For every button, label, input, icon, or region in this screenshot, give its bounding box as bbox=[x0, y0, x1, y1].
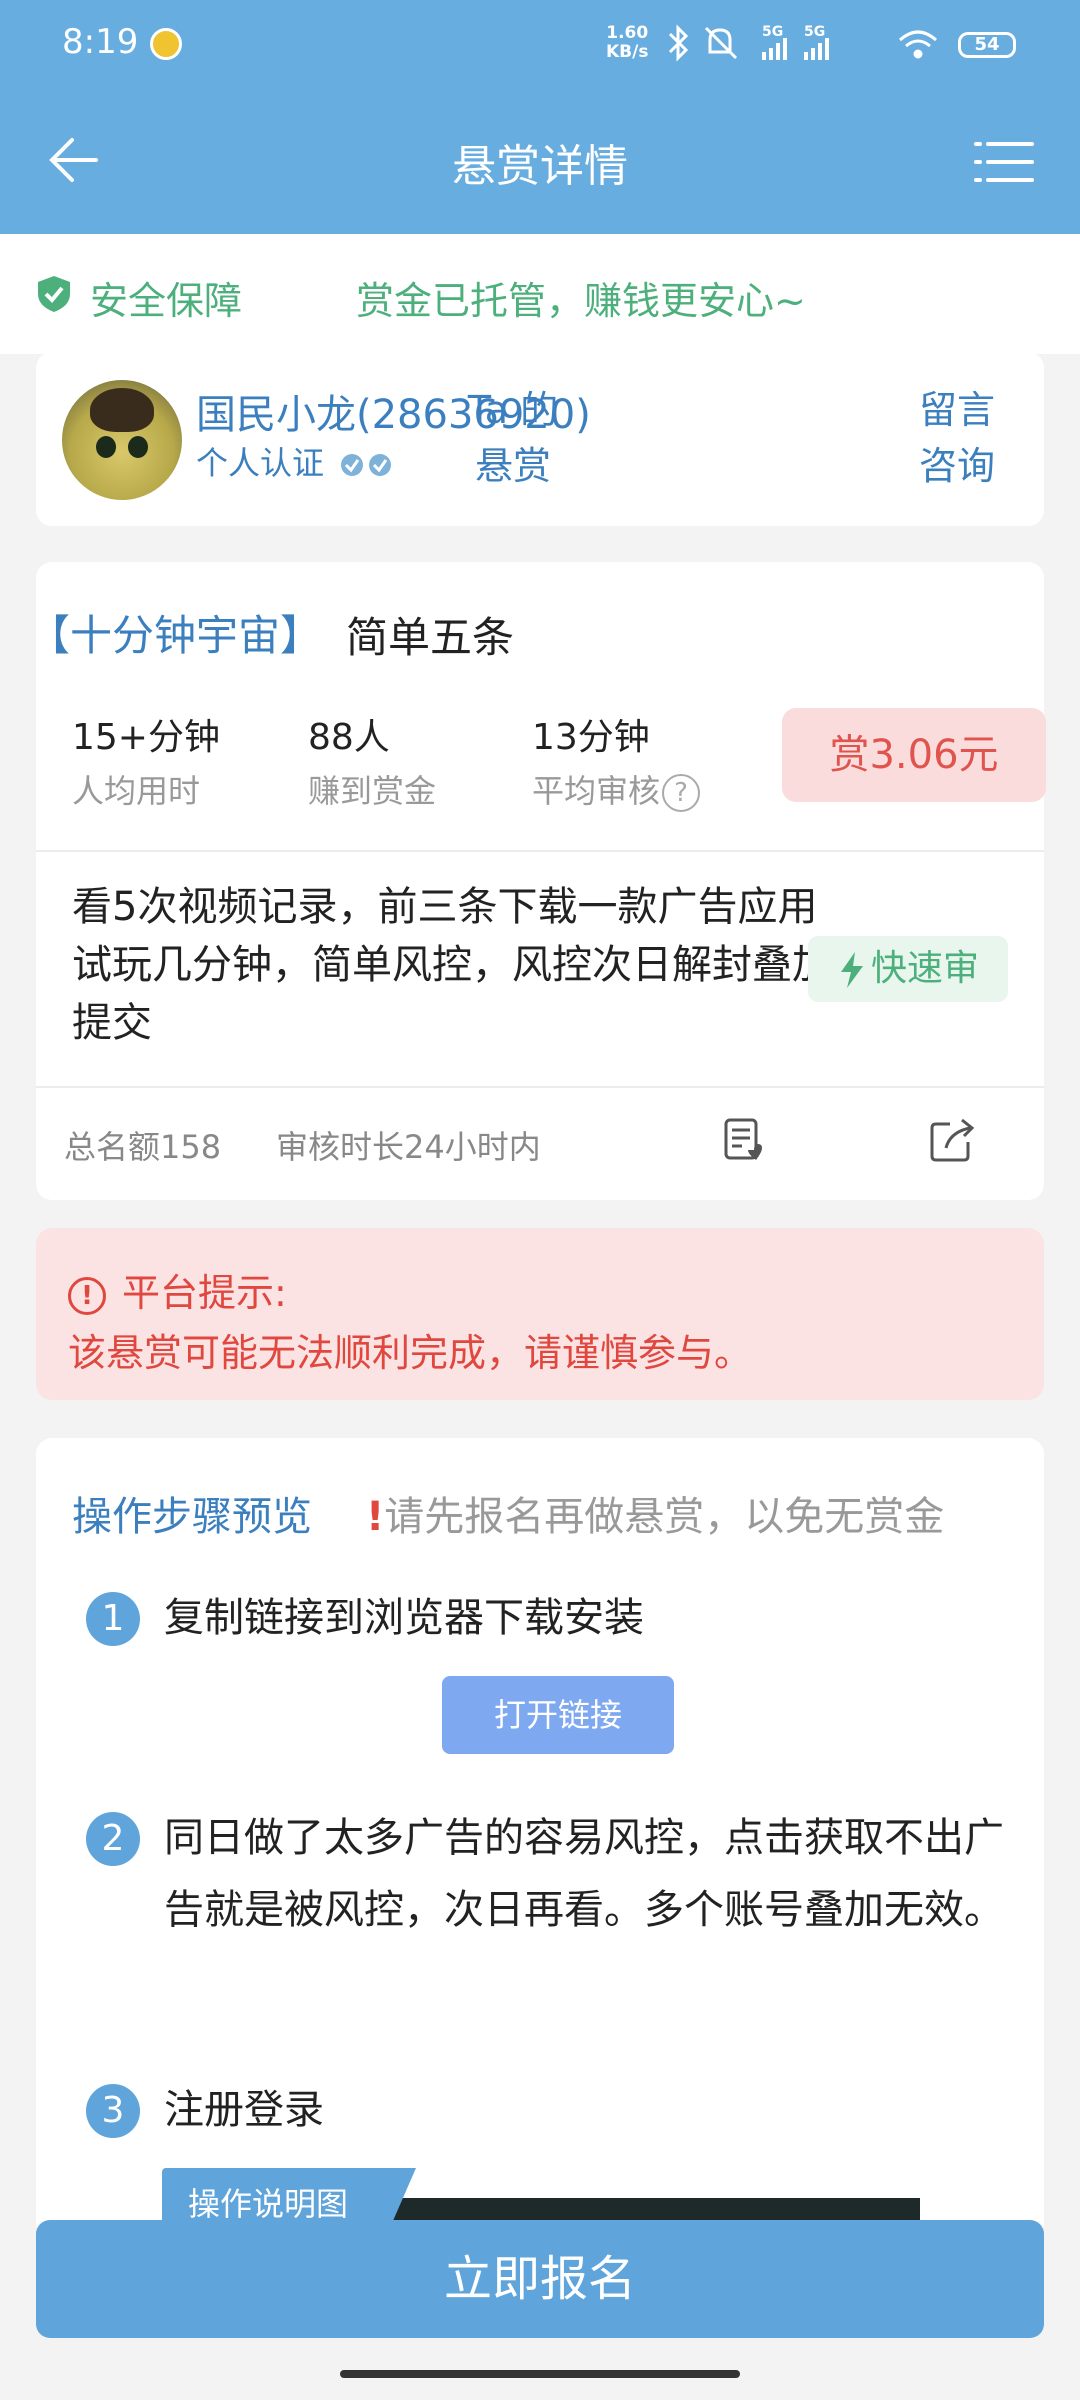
battery-icon: 54 bbox=[958, 32, 1016, 58]
publisher-card: 国民小龙(28636920) 个人认证 Ta 的 悬赏 留言 咨询 bbox=[36, 352, 1044, 526]
network-speed-value: 1.60 bbox=[606, 23, 649, 43]
safety-bar: 安全保障 赏金已托管，赚钱更安心~ bbox=[0, 234, 1080, 354]
network-speed-unit: KB/s bbox=[606, 42, 649, 62]
steps-card: 操作步骤预览 !请先报名再做悬赏，以免无赏金 1 复制链接到浏览器下载安装 打开… bbox=[36, 1438, 1044, 2238]
certification-label: 个人认证 bbox=[196, 444, 325, 482]
bluetooth-icon bbox=[668, 24, 689, 62]
review-duration: 审核时长24小时内 bbox=[276, 1128, 541, 1166]
reward-badge: 赏3.06元 bbox=[782, 708, 1046, 802]
their-rewards-line1: Ta 的 bbox=[467, 388, 559, 432]
report-icon[interactable] bbox=[718, 1114, 770, 1166]
consult-line2: 咨询 bbox=[918, 444, 995, 488]
open-link-button[interactable]: 打开链接 bbox=[442, 1676, 674, 1754]
step-number: 1 bbox=[86, 1592, 140, 1646]
mute-icon bbox=[704, 26, 738, 60]
steps-notice-mark: ! bbox=[366, 1494, 385, 1540]
status-icons: 5G 5G bbox=[668, 24, 937, 62]
consult-link[interactable]: 留言 咨询 bbox=[902, 382, 1012, 494]
warning-title: ! 平台提示: bbox=[68, 1262, 287, 1317]
header: 8:19 1.60 KB/s 5G 5G 54 悬赏详情 bbox=[0, 0, 1080, 234]
network-speed: 1.60 KB/s bbox=[606, 24, 648, 62]
share-icon[interactable] bbox=[926, 1114, 978, 1166]
certification-badge-icon bbox=[341, 454, 392, 476]
signal-icon bbox=[762, 38, 787, 60]
home-indicator[interactable] bbox=[340, 2370, 740, 2378]
step-text: 同日做了太多广告的容易风控，点击获取不出广告就是被风控，次日再看。多个账号叠加无… bbox=[164, 1815, 1004, 1933]
stat-review-label: 平均审核? bbox=[532, 766, 701, 812]
warning-text: 该悬赏可能无法顺利完成，请谨慎参与。 bbox=[68, 1331, 753, 1375]
help-icon[interactable]: ? bbox=[662, 774, 701, 812]
nav-bar: 悬赏详情 bbox=[0, 92, 1080, 234]
signal-icon bbox=[804, 38, 829, 60]
steps-title: 操作步骤预览 bbox=[72, 1494, 312, 1540]
their-rewards-link[interactable]: Ta 的 悬赏 bbox=[448, 382, 578, 494]
step-text: 复制链接到浏览器下载安装 bbox=[164, 1595, 644, 1641]
lightning-icon bbox=[840, 952, 863, 988]
signal-2-label: 5G bbox=[804, 24, 825, 40]
status-time: 8:19 bbox=[62, 22, 139, 62]
fast-review-label: 快速审 bbox=[870, 948, 979, 989]
avatar[interactable] bbox=[62, 380, 182, 500]
consult-line1: 留言 bbox=[918, 388, 995, 432]
divider bbox=[36, 850, 1044, 852]
step-number: 3 bbox=[86, 2084, 140, 2138]
signal-1-label: 5G bbox=[762, 24, 783, 40]
divider bbox=[36, 1086, 1044, 1088]
warning-title-text: 平台提示: bbox=[122, 1271, 287, 1315]
menu-icon[interactable] bbox=[972, 130, 1036, 194]
status-bar: 8:19 1.60 KB/s 5G 5G 54 bbox=[0, 0, 1080, 92]
safety-message: 赏金已托管，赚钱更安心~ bbox=[356, 279, 806, 323]
stat-avg-time-value: 15+分钟 bbox=[72, 717, 220, 758]
stat-earned-label: 赚到赏金 bbox=[308, 772, 437, 810]
task-card: 【十分钟宇宙】 简单五条 15+分钟 人均用时 88人 赚到赏金 13分钟 平均… bbox=[28, 562, 1046, 1200]
platform-warning: ! 平台提示: 该悬赏可能无法顺利完成，请谨慎参与。 bbox=[36, 1228, 1044, 1400]
steps-notice-text: 请先报名再做悬赏，以免无赏金 bbox=[384, 1494, 945, 1540]
total-quota: 总名额158 bbox=[64, 1128, 222, 1166]
stat-earned-value: 88人 bbox=[308, 717, 390, 758]
signup-button[interactable]: 立即报名 bbox=[36, 2220, 1044, 2338]
shield-check-icon bbox=[38, 276, 70, 312]
step-text: 注册登录 bbox=[164, 2087, 324, 2133]
stat-review-label-text: 平均审核 bbox=[532, 772, 661, 810]
fast-review-badge: 快速审 bbox=[808, 936, 1008, 1002]
stat-review-value: 13分钟 bbox=[532, 717, 650, 758]
warning-icon: ! bbox=[68, 1276, 106, 1315]
stat-avg-time-label: 人均用时 bbox=[72, 772, 201, 810]
task-description: 看5次视频记录，前三条下载一款广告应用试玩几分钟，简单风控，风控次日解封叠加提交 bbox=[72, 884, 832, 1046]
app-notification-icon bbox=[150, 28, 182, 60]
certification: 个人认证 bbox=[196, 438, 398, 484]
their-rewards-line2: 悬赏 bbox=[474, 444, 551, 488]
page-title: 悬赏详情 bbox=[452, 141, 628, 192]
steps-notice: !请先报名再做悬赏，以免无赏金 bbox=[366, 1484, 944, 1542]
task-tag: 【十分钟宇宙】 bbox=[28, 611, 323, 660]
task-title: 简单五条 bbox=[346, 613, 515, 662]
safety-label: 安全保障 bbox=[90, 279, 243, 323]
wifi-icon bbox=[899, 30, 937, 59]
step-number: 2 bbox=[86, 1812, 140, 1866]
